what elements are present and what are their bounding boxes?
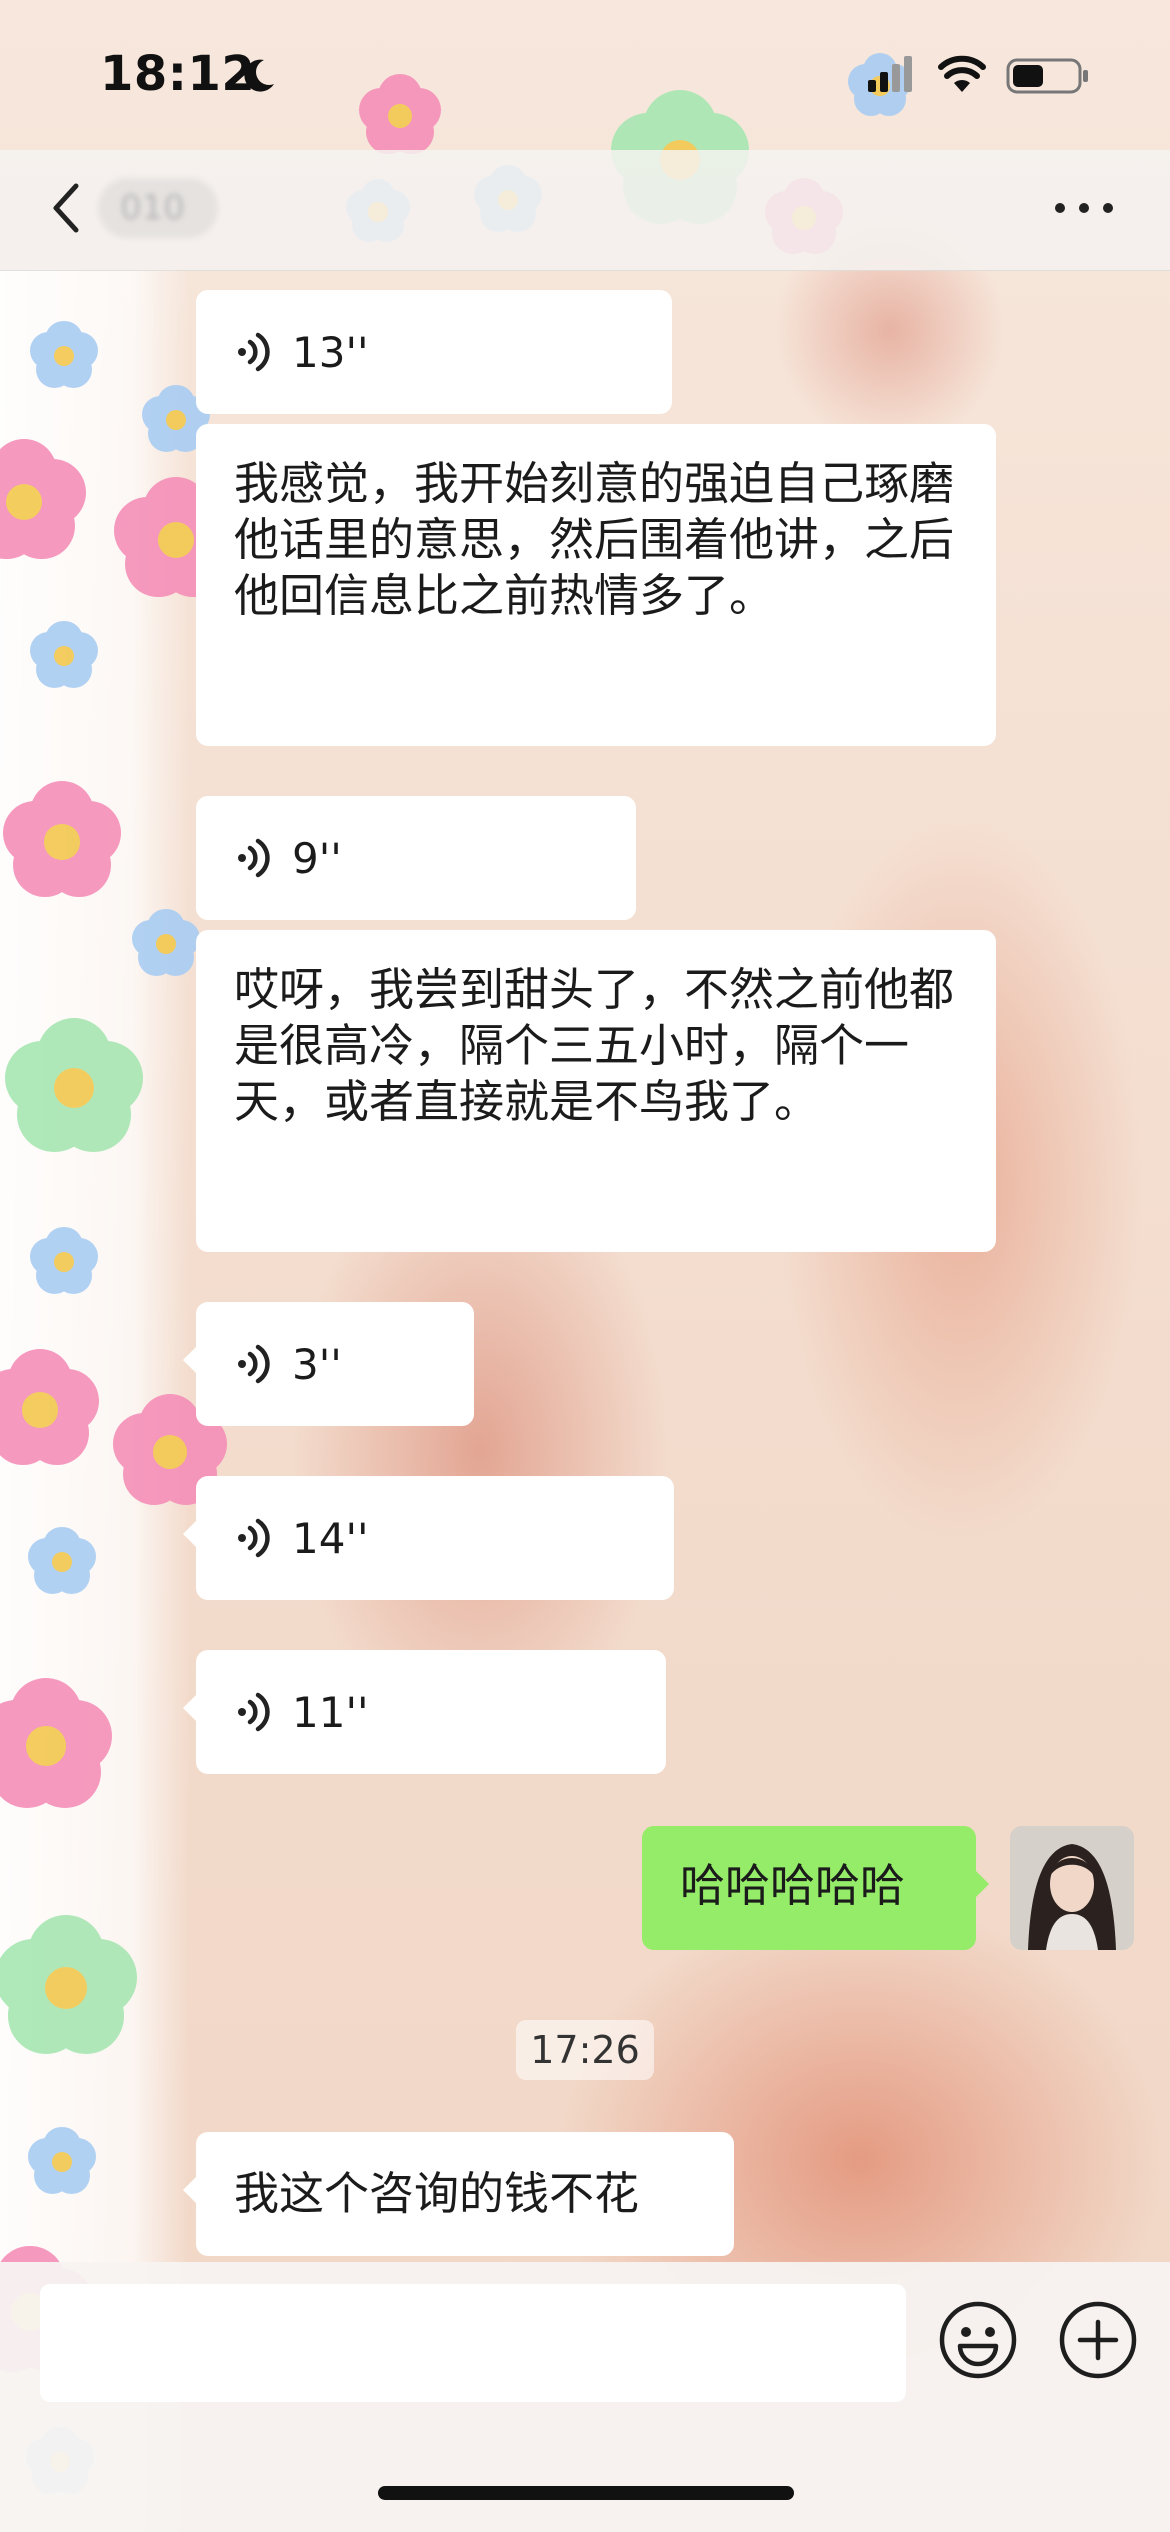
voice-duration: 11'' (292, 1687, 369, 1737)
voice-message[interactable]: 14'' (183, 1476, 674, 1600)
text-message[interactable]: 哎呀，我尝到甜头了，不然之前他都是很高冷，隔个三五小时，隔个一天，或者直接就是不… (196, 930, 996, 1252)
status-bar: 18:12 (0, 0, 1170, 150)
voice-wave-icon (238, 1692, 270, 1732)
battery-icon (1006, 58, 1088, 94)
voice-duration: 14'' (292, 1513, 369, 1563)
message-text: 我感觉，我开始刻意的强迫自己琢磨他话里的意思，然后围着他讲，之后他回信息比之前热… (234, 457, 955, 622)
message-text: 哎呀，我尝到甜头了，不然之前他都是很高冷，隔个三五小时，隔个一天，或者直接就是不… (234, 963, 955, 1128)
signal-icon (868, 56, 912, 92)
wallpaper-fade (0, 270, 190, 2532)
message-text: 哈哈哈哈哈 (680, 1859, 906, 1912)
status-time: 18:12 (100, 46, 256, 102)
voice-wave-icon (238, 838, 270, 878)
plus-icon[interactable] (1056, 2298, 1140, 2382)
voice-wave-icon (238, 1518, 270, 1558)
voice-duration: 3'' (292, 1339, 342, 1389)
sent-text-message[interactable]: 哈哈哈哈哈 (642, 1826, 989, 1950)
voice-message[interactable]: 3'' (183, 1302, 474, 1426)
timestamp: 17:26 (516, 2020, 654, 2080)
voice-message[interactable]: 13'' (196, 290, 672, 414)
voice-wave-icon (238, 1344, 270, 1384)
chevron-left-icon[interactable] (44, 176, 88, 240)
voice-message[interactable]: 9'' (196, 796, 636, 920)
voice-wave-icon (238, 332, 270, 372)
emoji-icon[interactable] (936, 2298, 1020, 2382)
moon-icon (244, 59, 274, 92)
message-input[interactable] (40, 2284, 906, 2402)
text-message[interactable]: 我这个咨询的钱不花 (183, 2132, 734, 2256)
more-dots-icon[interactable] (1052, 198, 1116, 218)
text-message[interactable]: 我感觉，我开始刻意的强迫自己琢磨他话里的意思，然后围着他讲，之后他回信息比之前热… (196, 424, 996, 746)
voice-duration: 13'' (292, 327, 369, 377)
avatar[interactable] (1010, 1826, 1134, 1950)
voice-message[interactable]: 11'' (183, 1650, 666, 1774)
home-indicator[interactable] (378, 2486, 794, 2500)
wifi-icon (938, 55, 986, 92)
contact-name[interactable]: 010 (98, 178, 218, 238)
nav-bar: 010 (0, 150, 1170, 271)
voice-duration: 9'' (292, 833, 342, 883)
message-text: 我这个咨询的钱不花 (234, 2167, 640, 2220)
avatar-photo (1010, 1826, 1134, 1950)
